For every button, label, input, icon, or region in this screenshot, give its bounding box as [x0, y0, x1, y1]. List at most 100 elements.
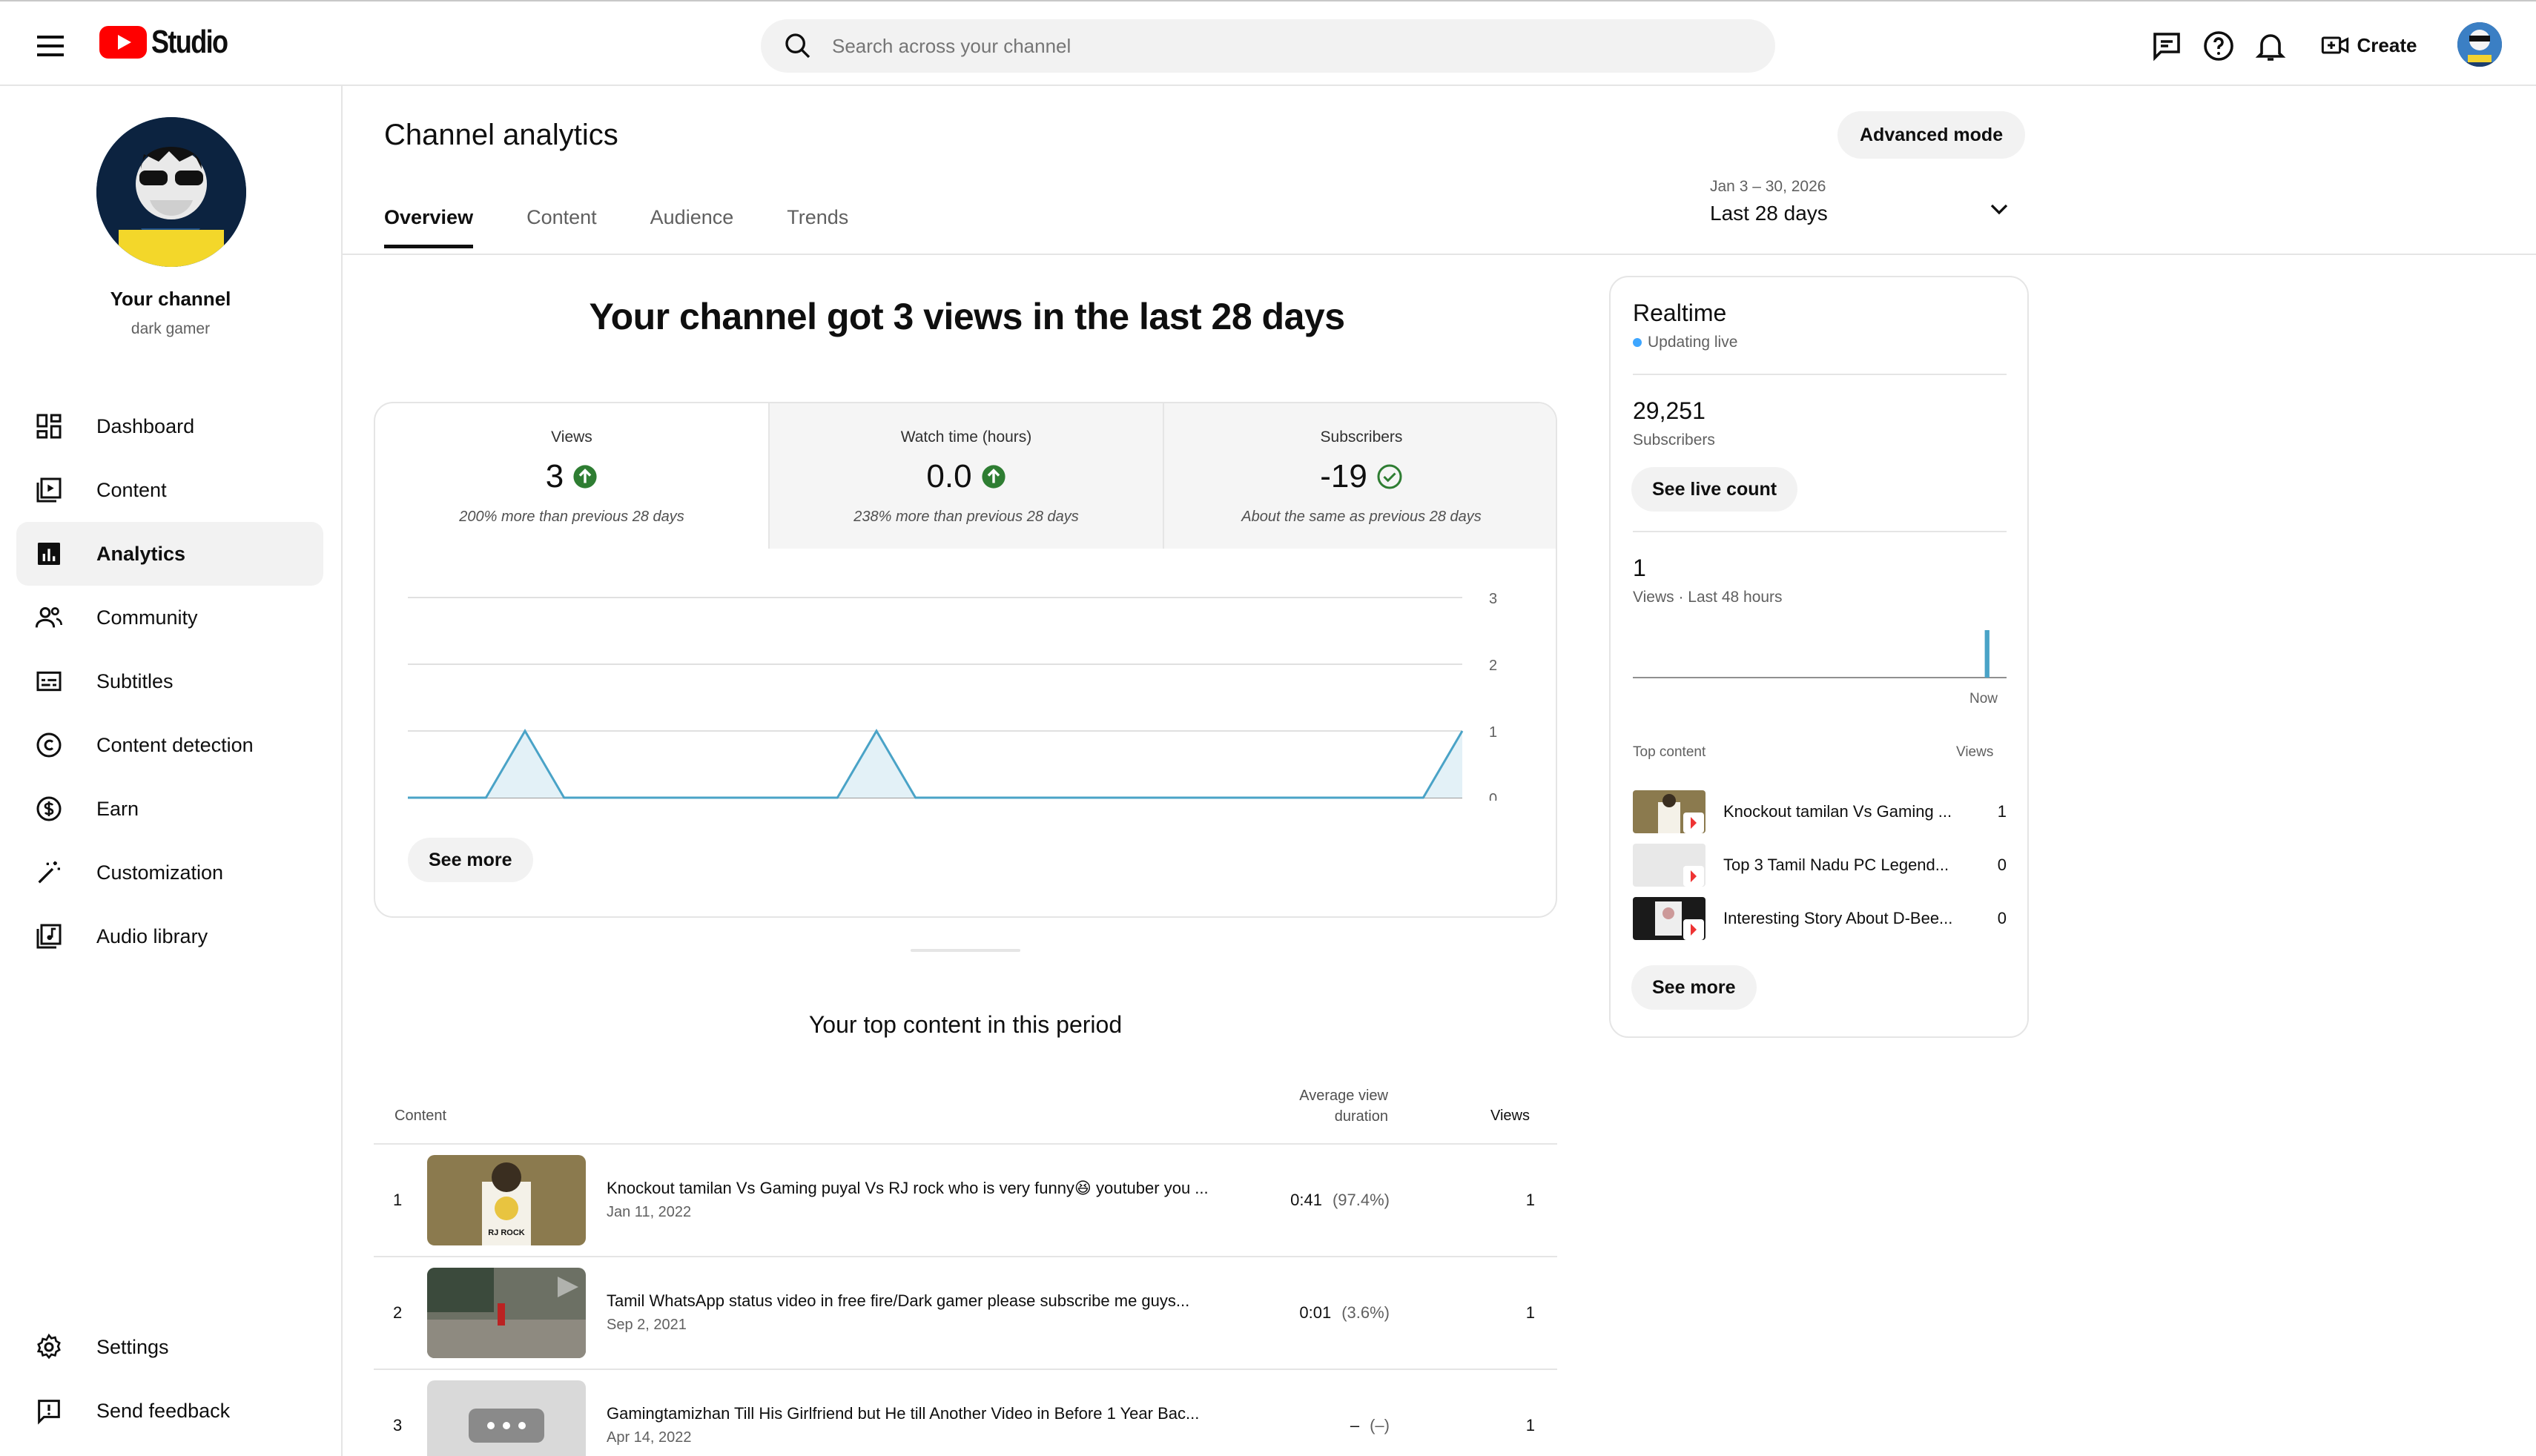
thumbnail-placeholder-icon — [427, 1380, 586, 1456]
search-input[interactable] — [832, 34, 1648, 58]
metric-value: -19 — [1320, 458, 1367, 494]
sidebar-item-content[interactable]: Content — [16, 458, 323, 522]
subscriber-count: 29,251 — [1633, 397, 1705, 424]
sidebar-item-label: Settings — [96, 1335, 169, 1358]
messages-icon[interactable] — [2149, 28, 2185, 64]
sidebar-item-label: Subtitles — [96, 669, 174, 692]
realtime-views-chart[interactable] — [1633, 626, 2008, 685]
video-date: Jan 11, 2022 — [607, 1204, 692, 1220]
sidebar: Your channel dark gamer Dashboard Conten… — [0, 86, 343, 1456]
channel-avatar-image-icon — [96, 117, 246, 267]
tab-trends[interactable]: Trends — [787, 206, 848, 248]
video-thumbnail — [1633, 790, 1705, 833]
community-icon — [35, 607, 62, 628]
avg-view-duration: 0:41 (97.4%) — [1290, 1191, 1390, 1210]
check-circle-icon — [1377, 464, 1402, 489]
avd-percent: (3.6%) — [1341, 1303, 1390, 1322]
date-range-dates: Jan 3 – 30, 2026 — [1710, 178, 1826, 195]
menu-icon[interactable] — [33, 28, 68, 64]
video-thumbnail[interactable] — [427, 1380, 586, 1456]
realtime-top-item[interactable]: Top 3 Tamil Nadu PC Legend... 0 — [1633, 844, 2007, 897]
tab-overview[interactable]: Overview — [384, 206, 474, 248]
metric-views[interactable]: Views 3 200% more than previous 28 days — [375, 403, 768, 549]
subscriber-label: Subscribers — [1633, 431, 1715, 449]
now-label: Now — [1969, 691, 1998, 707]
avd-value: 0:01 — [1299, 1303, 1332, 1322]
y-tick-label: 2 — [1489, 658, 1497, 674]
sidebar-item-label: Dashboard — [96, 414, 195, 437]
column-header-views[interactable]: Views — [1490, 1108, 1530, 1125]
tab-divider — [343, 254, 2536, 255]
video-date: Apr 14, 2022 — [607, 1429, 692, 1446]
realtime-item-views: 0 — [1997, 856, 2007, 874]
sidebar-item-subtitles[interactable]: Subtitles — [16, 649, 323, 713]
table-row[interactable]: 3 Gamingtamizhan Till His Girlfriend but… — [374, 1369, 1557, 1456]
feedback-icon — [38, 1400, 60, 1425]
sidebar-item-dashboard[interactable]: Dashboard — [16, 394, 323, 458]
create-button[interactable]: Create — [2311, 21, 2426, 70]
notifications-bell-icon[interactable] — [2253, 28, 2288, 64]
see-more-button[interactable]: See more — [408, 838, 533, 882]
youtube-play-icon — [99, 26, 147, 59]
series-area — [408, 731, 1462, 798]
series-line — [408, 729, 1464, 799]
thumbnail-placeholder-icon — [1633, 844, 1705, 887]
table-row[interactable]: 2 Tamil WhatsApp status video in free fi… — [374, 1256, 1557, 1369]
views-chart[interactable]: 0123Jan 3, 2026Jan 8, 2026Jan 12, 2026Ja… — [375, 549, 1557, 801]
realtime-card: Realtime Updating live 29,251 Subscriber… — [1609, 276, 2029, 1038]
tab-audience[interactable]: Audience — [650, 206, 734, 248]
column-header-avg-view-duration[interactable]: Average view duration — [1272, 1085, 1388, 1127]
date-range-picker[interactable]: Jan 3 – 30, 2026 Last 28 days — [1710, 178, 1828, 225]
dashboard-icon — [36, 414, 62, 439]
overview-headline: Your channel got 3 views in the last 28 … — [589, 296, 1345, 337]
metric-comparison: 238% more than previous 28 days — [853, 509, 1079, 525]
tab-content[interactable]: Content — [526, 206, 597, 248]
video-title[interactable]: Tamil WhatsApp status video in free fire… — [607, 1291, 1244, 1311]
sidebar-item-content-detection[interactable]: Content detection — [16, 713, 323, 777]
column-header-content[interactable]: Content — [394, 1108, 446, 1125]
account-avatar[interactable] — [2457, 22, 2502, 67]
metric-comparison: About the same as previous 28 days — [1241, 509, 1482, 525]
page-title: Channel analytics — [384, 119, 618, 151]
overview-card: Views 3 200% more than previous 28 days … — [374, 402, 1557, 918]
sidebar-item-settings[interactable]: Settings — [16, 1315, 323, 1379]
y-tick-label: 0 — [1489, 791, 1497, 801]
advanced-mode-button[interactable]: Advanced mode — [1837, 111, 2026, 159]
chevron-down-icon[interactable] — [1984, 194, 2014, 224]
sidebar-item-earn[interactable]: Earn — [16, 777, 323, 841]
gear-icon — [36, 1333, 61, 1360]
row-views: 1 — [1525, 1303, 1535, 1322]
metric-title: Views — [551, 428, 592, 446]
sidebar-item-customization[interactable]: Customization — [16, 841, 323, 904]
realtime-top-item[interactable]: Interesting Story About D-Bee... 0 — [1633, 897, 2007, 950]
table-row[interactable]: 1 RJ ROCK Knockout tamilan Vs Gaming puy… — [374, 1143, 1557, 1256]
search-bar[interactable] — [761, 19, 1775, 73]
realtime-see-more-button[interactable]: See more — [1631, 965, 1757, 1010]
metric-subscribers[interactable]: Subscribers -19 About the same as previo… — [1163, 403, 1556, 549]
realtime-item-title: Knockout tamilan Vs Gaming ... — [1723, 802, 1952, 821]
realtime-views-count: 1 — [1633, 555, 1646, 581]
metric-watch-time[interactable]: Watch time (hours) 0.0 238% more than pr… — [768, 403, 1163, 549]
realtime-top-item[interactable]: Knockout tamilan Vs Gaming ... 1 — [1633, 790, 2007, 844]
avg-view-duration: – (–) — [1350, 1416, 1390, 1435]
video-thumbnail[interactable]: RJ ROCK — [427, 1155, 586, 1245]
sidebar-item-analytics[interactable]: Analytics — [16, 522, 323, 586]
channel-title: Your channel — [110, 288, 231, 310]
see-live-count-button[interactable]: See live count — [1631, 467, 1798, 512]
sidebar-item-send-feedback[interactable]: Send feedback — [16, 1379, 323, 1443]
channel-avatar[interactable] — [96, 117, 246, 267]
help-icon[interactable] — [2201, 28, 2236, 64]
video-thumbnail[interactable] — [427, 1268, 586, 1358]
row-rank: 2 — [393, 1303, 403, 1322]
sidebar-item-audio-library[interactable]: Audio library — [16, 904, 323, 968]
studio-window: Studio Create — [0, 0, 2536, 1456]
avg-view-duration: 0:01 (3.6%) — [1299, 1303, 1390, 1323]
realtime-bar[interactable] — [1984, 630, 1989, 678]
studio-logo[interactable]: Studio — [99, 24, 244, 61]
video-title[interactable]: Knockout tamilan Vs Gaming puyal Vs RJ r… — [607, 1179, 1244, 1198]
video-title[interactable]: Gamingtamizhan Till His Girlfriend but H… — [607, 1404, 1244, 1423]
sidebar-item-label: Send feedback — [96, 1399, 231, 1422]
realtime-views-label: Views · Last 48 hours — [1633, 589, 1783, 606]
sidebar-item-community[interactable]: Community — [16, 586, 323, 649]
sidebar-item-label: Content detection — [96, 733, 254, 756]
